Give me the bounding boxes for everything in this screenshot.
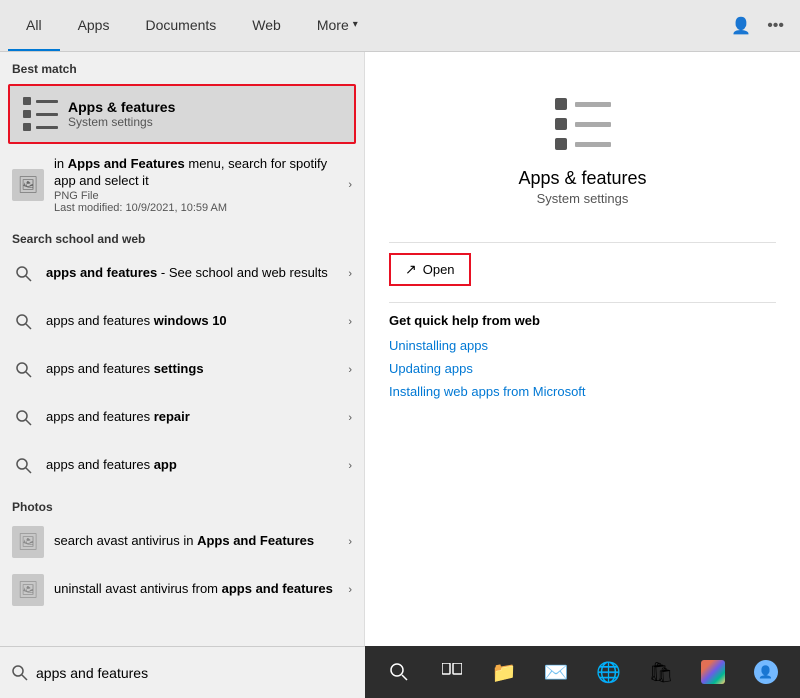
search-icon-1 [12,310,36,334]
document-result-sub2: Last modified: 10/9/2021, 10:59 AM [54,202,344,214]
photos-content-1: uninstall avast antivirus from apps and … [54,581,344,598]
web-search-title-0: apps and features - See school and web r… [46,265,344,282]
web-search-content-3: apps and features repair [46,409,344,426]
quick-link-1[interactable]: Updating apps [389,361,776,376]
best-match-item[interactable]: Apps & features System settings [8,84,356,144]
tab-more-label: More [317,17,349,33]
web-search-title-2: apps and features settings [46,361,344,378]
search-icon-2 [12,358,36,382]
search-icon-3 [12,406,36,430]
taskbar-mail-icon[interactable]: ✉️ [540,656,572,688]
left-panel: Best match [0,52,365,646]
tab-web[interactable]: Web [234,0,299,51]
web-search-content-1: apps and features windows 10 [46,313,344,330]
tab-all[interactable]: All [8,0,60,51]
taskbar-profile-icon[interactable]: 👤 [750,656,782,688]
chevron-right-icon-0: › [348,268,352,280]
best-match-title: Apps & features [68,99,175,115]
search-icon-0 [12,262,36,286]
web-search-content-2: apps and features settings [46,361,344,378]
apps-features-icon [22,96,58,132]
photos-title-0: search avast antivirus in Apps and Featu… [54,533,344,550]
photos-title-1: uninstall avast antivirus from apps and … [54,581,344,598]
document-result-title: in Apps and Features menu, search for sp… [54,156,344,190]
photos-item-1[interactable]: 🖼 uninstall avast antivirus from apps an… [0,566,364,614]
web-search-content-4: apps and features app [46,457,344,474]
web-search-item-3[interactable]: apps and features repair › [0,394,364,442]
app-preview: Apps & features System settings [389,72,776,232]
open-button-wrapper: ↗ Open [389,253,776,286]
best-match-subtitle: System settings [68,115,175,129]
web-search-title-1: apps and features windows 10 [46,313,344,330]
taskbar: 📁 ✉️ 🌐 🛍 👤 [365,646,800,698]
taskbar-edge-icon[interactable]: 🌐 [593,656,625,688]
taskbar-explorer-icon[interactable]: 📁 [488,656,520,688]
more-options-icon[interactable]: ••• [767,17,784,35]
app-preview-subtitle: System settings [537,191,629,206]
quick-help-title: Get quick help from web [389,313,776,328]
taskbar-search-icon[interactable] [383,656,415,688]
tab-bar: All Apps Documents Web More ▾ 👤 ••• [0,0,800,52]
web-search-item-2[interactable]: apps and features settings › [0,346,364,394]
photos-content-0: search avast antivirus in Apps and Featu… [54,533,344,550]
chevron-right-icon: › [348,179,352,191]
tab-bar-left: All Apps Documents Web More ▾ [8,0,376,51]
web-search-content-0: apps and features - See school and web r… [46,265,344,282]
chevron-down-icon: ▾ [353,19,358,30]
web-search-title-4: apps and features app [46,457,344,474]
main-layout: Best match [0,52,800,646]
tab-documents-label: Documents [145,17,216,33]
taskbar-color-icon[interactable] [697,656,729,688]
search-icon-4 [12,454,36,478]
quick-link-2[interactable]: Installing web apps from Microsoft [389,384,776,399]
divider-bottom [389,302,776,303]
open-label: Open [423,262,455,277]
taskbar-store-icon[interactable]: 🛍 [645,656,677,688]
open-button[interactable]: ↗ Open [389,253,471,286]
photos-icon-1: 🖼 [12,574,44,606]
best-match-label: Best match [0,52,364,80]
search-school-label: Search school and web [0,222,364,250]
divider-top [389,242,776,243]
photos-icon-0: 🖼 [12,526,44,558]
right-panel: Apps & features System settings ↗ Open G… [365,52,800,646]
search-bar [0,646,365,698]
web-search-title-3: apps and features repair [46,409,344,426]
app-preview-title: Apps & features [518,168,646,189]
quick-link-0[interactable]: Uninstalling apps [389,338,776,353]
taskbar-taskview-icon[interactable] [436,656,468,688]
app-preview-icon [551,92,615,156]
chevron-right-icon-p1: › [348,584,352,596]
best-match-text: Apps & features System settings [68,99,175,129]
chevron-right-icon-p0: › [348,536,352,548]
chevron-right-icon-3: › [348,412,352,424]
chevron-right-icon-2: › [348,364,352,376]
user-icon[interactable]: 👤 [731,16,751,36]
document-icon: 🖼 [12,169,44,201]
tab-documents[interactable]: Documents [127,0,234,51]
tab-more[interactable]: More ▾ [299,0,376,51]
web-search-item-0[interactable]: apps and features - See school and web r… [0,250,364,298]
search-bar-icon [12,665,28,681]
tab-bar-right: 👤 ••• [731,16,792,36]
document-result-item[interactable]: 🖼 in Apps and Features menu, search for … [0,148,364,222]
chevron-right-icon-4: › [348,460,352,472]
web-search-item-4[interactable]: apps and features app › [0,442,364,490]
photos-label: Photos [0,490,364,518]
tab-apps-label: Apps [78,17,110,33]
open-icon: ↗ [405,261,417,278]
search-input[interactable] [36,665,353,681]
tab-all-label: All [26,17,42,33]
photos-item-0[interactable]: 🖼 search avast antivirus in Apps and Fea… [0,518,364,566]
chevron-right-icon-1: › [348,316,352,328]
document-result-sub1: PNG File [54,190,344,202]
tab-web-label: Web [252,17,281,33]
tab-apps[interactable]: Apps [60,0,128,51]
web-search-item-1[interactable]: apps and features windows 10 › [0,298,364,346]
document-result-content: in Apps and Features menu, search for sp… [54,156,344,214]
